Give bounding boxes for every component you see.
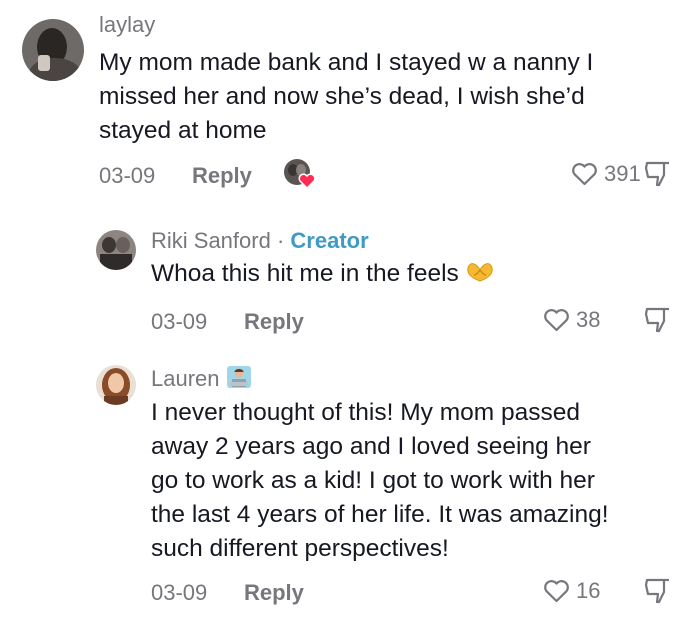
comment-date: 03-09 xyxy=(99,163,156,188)
comment-username-row: Riki Sanford · Creator xyxy=(151,228,369,254)
separator: · xyxy=(276,228,285,253)
dislike-button[interactable] xyxy=(643,577,671,610)
like-button[interactable]: 391 xyxy=(571,161,641,187)
comment-username[interactable]: Lauren xyxy=(151,366,220,391)
comment-username[interactable]: Riki Sanford xyxy=(151,228,271,253)
comment-line: missed her and now she’s dead, I wish sh… xyxy=(99,83,585,110)
like-count: 38 xyxy=(576,307,601,332)
comment-date: 03-09 xyxy=(151,580,208,605)
comment-username-row: Lauren xyxy=(151,365,252,395)
creator-liked-badge xyxy=(283,157,317,196)
like-count: 16 xyxy=(576,578,601,603)
reply-button[interactable]: Reply xyxy=(244,580,304,606)
creator-avatar-icon xyxy=(284,159,316,190)
like-button[interactable]: 38 xyxy=(543,307,600,333)
heart-icon xyxy=(298,173,316,190)
comment-line: stayed at home xyxy=(99,117,267,144)
avatar[interactable] xyxy=(96,365,136,405)
heart-hands-emoji xyxy=(466,258,494,292)
comment-lauren: Lauren I never thought of this! My mom p… xyxy=(0,345,700,620)
creator-badge: Creator xyxy=(290,228,369,253)
thumbs-down-icon xyxy=(644,578,669,604)
reply-button[interactable]: Reply xyxy=(192,163,252,189)
user-photo-icon xyxy=(96,230,136,270)
comment-date: 03-09 xyxy=(151,309,208,334)
comment-text: I never thought of this! My mom passed a… xyxy=(151,396,609,566)
comment-line: go to work as a kid! I got to work with … xyxy=(151,467,595,494)
dislike-button[interactable] xyxy=(643,306,671,339)
like-count: 391 xyxy=(604,161,641,186)
comment-line: I never thought of this! My mom passed xyxy=(151,399,580,426)
comment-text: Whoa this hit me in the feels xyxy=(151,257,494,292)
reply-button[interactable]: Reply xyxy=(244,309,304,335)
heart-outline-icon xyxy=(544,580,569,603)
comment-line: away 2 years ago and I loved seeing her xyxy=(151,433,591,460)
avatar[interactable] xyxy=(96,230,136,270)
comment-username[interactable]: laylay xyxy=(99,12,155,38)
person-at-laptop-emoji xyxy=(226,365,252,395)
user-photo-icon xyxy=(96,365,136,405)
thumbs-down-icon xyxy=(644,161,669,187)
heart-outline-icon xyxy=(544,309,569,332)
comment-line: Whoa this hit me in the feels xyxy=(151,260,459,287)
like-button[interactable]: 16 xyxy=(543,578,600,604)
user-photo-icon xyxy=(22,19,84,81)
comment-laylay: laylay My mom made bank and I stayed w a… xyxy=(0,0,700,210)
comment-line: such different perspectives! xyxy=(151,535,449,562)
comment-line: My mom made bank and I stayed w a nanny … xyxy=(99,49,594,76)
comment-line: the last 4 years of her life. It was ama… xyxy=(151,501,609,528)
heart-outline-icon xyxy=(572,163,597,186)
comment-text: My mom made bank and I stayed w a nanny … xyxy=(99,46,593,148)
comment-riki-sanford: Riki Sanford · Creator Whoa this hit me … xyxy=(0,210,700,340)
dislike-button[interactable] xyxy=(643,160,671,193)
thumbs-down-icon xyxy=(644,307,669,333)
avatar[interactable] xyxy=(22,19,84,81)
